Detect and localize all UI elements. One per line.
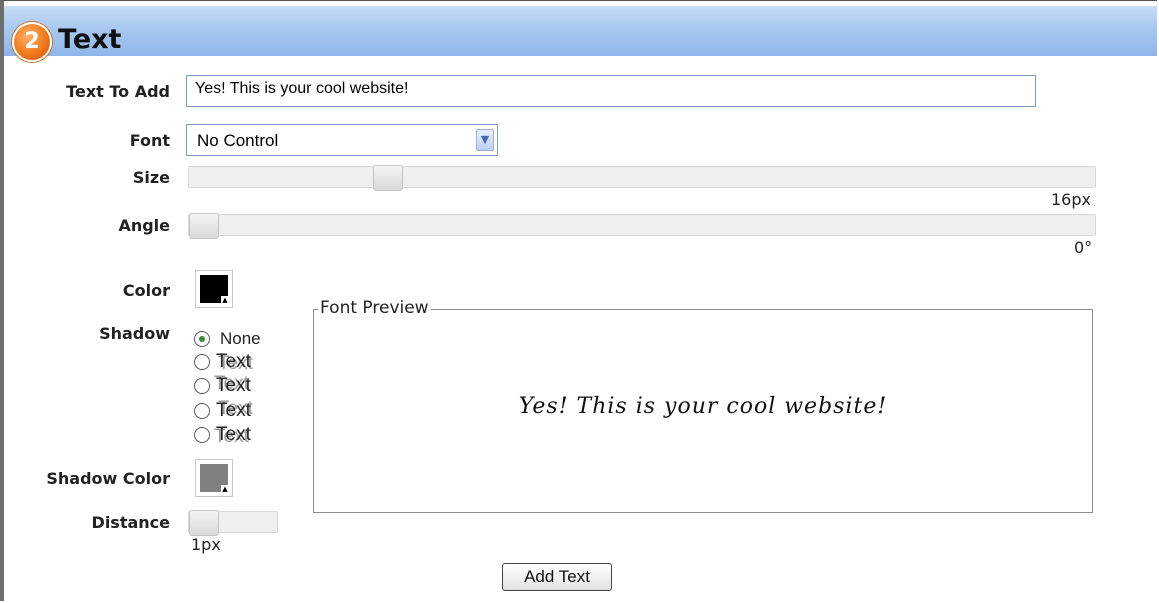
chevron-down-icon[interactable]: ▼ bbox=[476, 129, 494, 151]
color-label: Color bbox=[122, 281, 170, 300]
angle-slider-handle[interactable] bbox=[189, 213, 219, 239]
radio-button[interactable] bbox=[194, 427, 210, 443]
text-to-add-input[interactable]: Yes! This is your cool website! bbox=[186, 75, 1036, 107]
shadow-label: Shadow bbox=[99, 324, 170, 343]
text-to-add-label: Text To Add bbox=[66, 82, 170, 101]
size-value: 16px bbox=[1051, 190, 1091, 209]
shadow-option-label: Text bbox=[216, 351, 251, 372]
dropdown-arrow-icon: ▲ bbox=[221, 296, 229, 304]
shadow-option-4[interactable]: Text bbox=[194, 423, 251, 447]
radio-button[interactable] bbox=[194, 378, 210, 394]
color-picker-swatch[interactable]: ▲ bbox=[195, 270, 233, 308]
font-preview-text: Yes! This is your cool website! bbox=[518, 394, 888, 419]
shadow-color-label: Shadow Color bbox=[46, 469, 170, 488]
dropdown-arrow-icon: ▲ bbox=[221, 485, 229, 493]
font-preview-box: Font Preview Yes! This is your cool webs… bbox=[313, 298, 1093, 513]
distance-slider-track[interactable] bbox=[188, 510, 278, 536]
shadow-option-none[interactable]: None bbox=[194, 327, 261, 351]
angle-slider-track[interactable] bbox=[188, 213, 1096, 239]
shadow-option-label: None bbox=[220, 329, 261, 348]
radio-button[interactable] bbox=[194, 331, 210, 347]
shadow-option-3[interactable]: Text bbox=[194, 399, 251, 423]
section-header: 2 Text bbox=[4, 6, 1157, 62]
radio-button[interactable] bbox=[194, 354, 210, 370]
font-select-value: No Control bbox=[197, 131, 279, 150]
section-title: Text bbox=[58, 24, 122, 55]
step-number-badge: 2 bbox=[12, 22, 52, 62]
add-text-button[interactable]: Add Text bbox=[502, 563, 612, 591]
angle-value: 0° bbox=[1074, 238, 1093, 257]
font-preview-legend: Font Preview bbox=[318, 298, 431, 318]
shadow-option-label: Text bbox=[216, 424, 251, 445]
size-slider-track[interactable] bbox=[188, 165, 1096, 191]
shadow-option-2[interactable]: Text bbox=[194, 374, 251, 398]
size-label: Size bbox=[132, 168, 170, 187]
shadow-option-1[interactable]: Text bbox=[194, 350, 251, 374]
shadow-color-picker-swatch[interactable]: ▲ bbox=[195, 459, 233, 497]
radio-button[interactable] bbox=[194, 403, 210, 419]
font-label: Font bbox=[129, 131, 170, 150]
distance-slider-handle[interactable] bbox=[189, 510, 219, 536]
shadow-option-label: Text bbox=[216, 375, 251, 396]
shadow-option-label: Text bbox=[216, 400, 251, 421]
size-slider-handle[interactable] bbox=[373, 165, 403, 191]
angle-label: Angle bbox=[118, 216, 170, 235]
distance-label: Distance bbox=[91, 513, 170, 532]
font-select[interactable]: No Control ▼ bbox=[186, 124, 498, 156]
distance-value: 1px bbox=[191, 535, 221, 554]
